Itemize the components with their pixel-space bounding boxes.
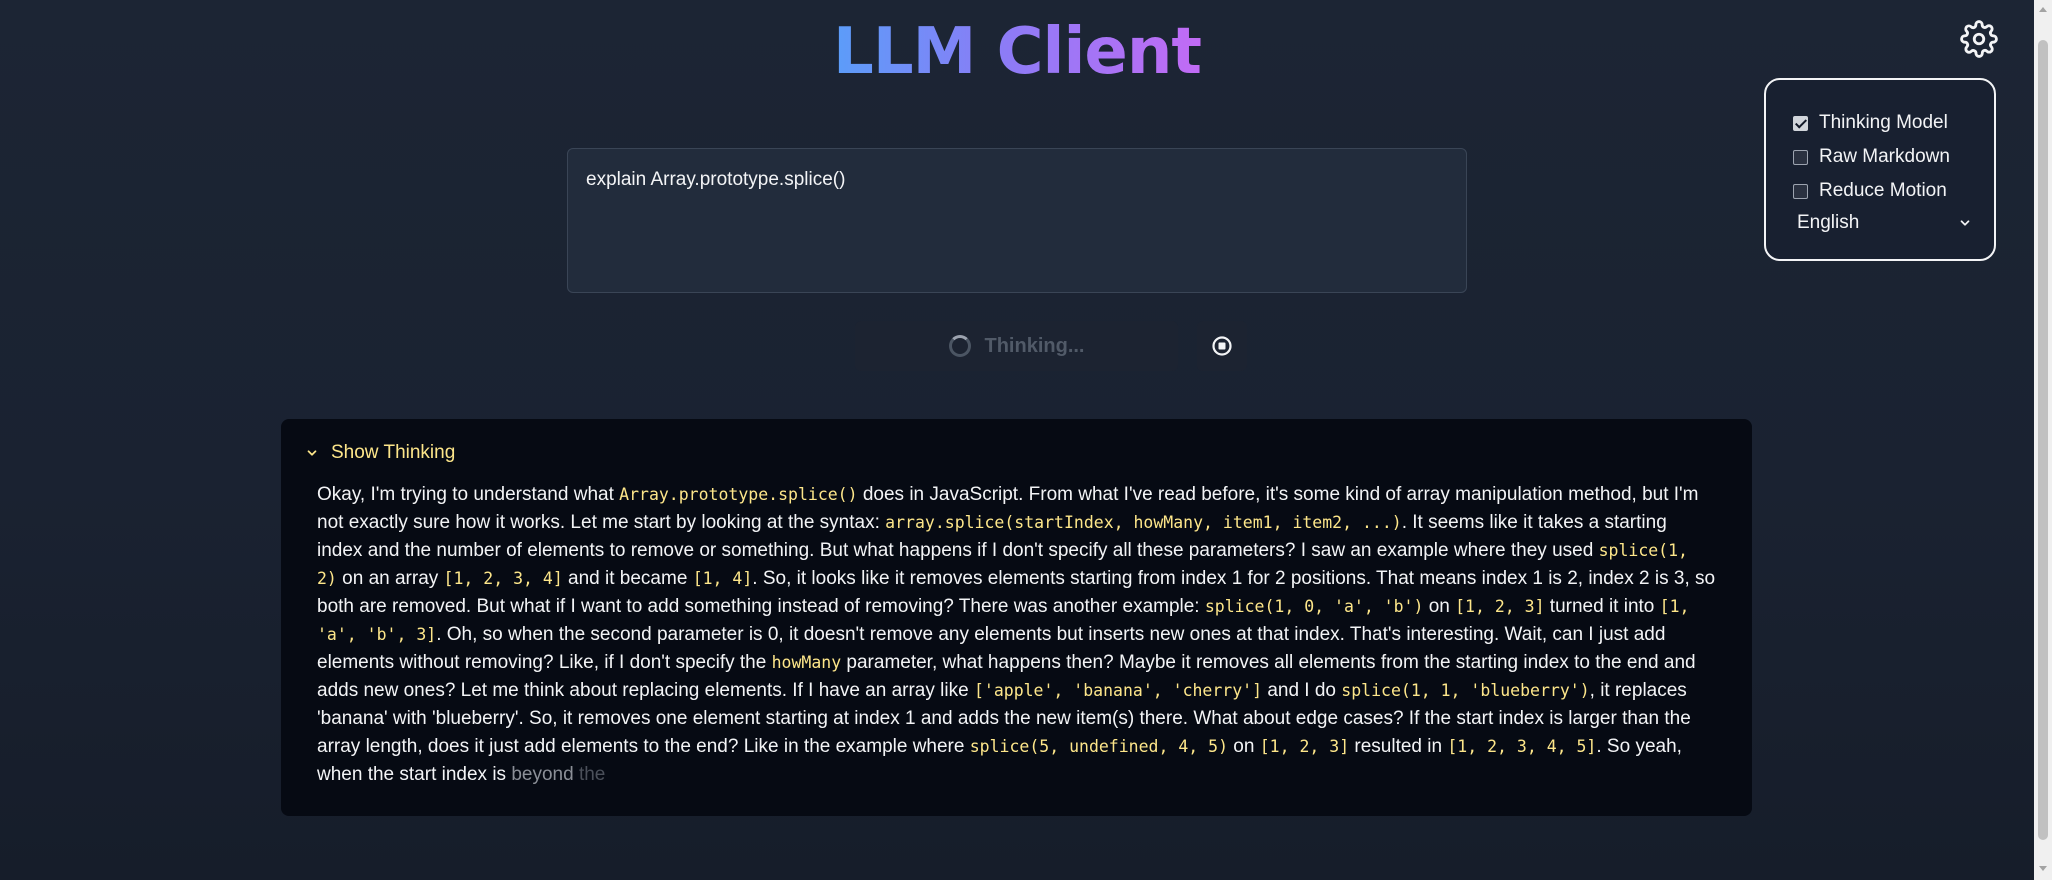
inline-code: array.splice(startIndex, howMany, item1,…: [885, 513, 1402, 532]
stop-button[interactable]: [1197, 321, 1247, 371]
inline-code: [1, 2, 3, 4]: [443, 569, 563, 588]
thinking-text-segment: and I do: [1262, 680, 1342, 701]
thinking-text-segment: turned it into: [1544, 596, 1660, 617]
thinking-panel: Show Thinking Okay, I'm trying to unders…: [281, 419, 1752, 816]
streaming-text: the: [578, 764, 606, 785]
inline-code: splice(5, undefined, 4, 5): [969, 737, 1229, 756]
settings-panel: Thinking Model Raw Markdown Reduce Motio…: [1764, 78, 1996, 261]
raw-markdown-label: Raw Markdown: [1819, 146, 1950, 167]
streaming-text: beyond: [511, 764, 574, 785]
raw-markdown-checkbox[interactable]: [1793, 149, 1808, 165]
reduce-motion-checkbox[interactable]: [1793, 183, 1808, 199]
spinner-icon: [948, 335, 971, 357]
reduce-motion-label: Reduce Motion: [1819, 180, 1947, 201]
thinking-text-segment: resulted in: [1349, 736, 1448, 757]
thinking-model-option[interactable]: Thinking Model: [1793, 106, 1994, 140]
gear-icon[interactable]: [1960, 20, 1998, 58]
language-select-value: English: [1797, 212, 1860, 233]
show-thinking-toggle[interactable]: Show Thinking: [305, 433, 1716, 473]
inline-code: [1, 2, 3]: [1455, 597, 1545, 616]
thinking-model-checkbox[interactable]: [1793, 115, 1808, 131]
show-thinking-label: Show Thinking: [331, 442, 456, 463]
scrollbar-thumb[interactable]: [2038, 40, 2048, 840]
prompt-input-value: explain Array.prototype.splice(): [586, 169, 846, 190]
stop-icon: [1212, 336, 1232, 356]
thinking-text: Okay, I'm trying to understand what Arra…: [317, 481, 1716, 789]
thinking-text-segment: and it became: [562, 568, 693, 589]
inline-code: splice(1, 1, 'blueberry'): [1341, 681, 1590, 700]
thinking-model-label: Thinking Model: [1819, 112, 1948, 133]
submit-button-label: Thinking...: [984, 334, 1085, 357]
thinking-text-segment: on: [1228, 736, 1260, 757]
inline-code: [1, 2, 3]: [1259, 737, 1350, 756]
inline-code: [1, 2, 3, 4, 5]: [1447, 737, 1597, 756]
chevron-down-icon: [1960, 220, 1970, 226]
raw-markdown-option[interactable]: Raw Markdown: [1793, 140, 1994, 174]
inline-code: Array.prototype.splice(): [619, 485, 858, 504]
inline-code: howMany: [771, 653, 842, 672]
thinking-text-segment: Okay, I'm trying to understand what: [317, 484, 620, 505]
language-select[interactable]: English: [1797, 208, 1972, 238]
chevron-down-icon: [307, 450, 317, 456]
thinking-text-segment: on an array: [336, 568, 444, 589]
inline-code: ['apple', 'banana', 'cherry']: [973, 681, 1263, 700]
app-title: LLM Client: [833, 15, 1202, 89]
submit-button[interactable]: Thinking...: [855, 321, 1178, 371]
scroll-up-arrow-icon[interactable]: [2039, 7, 2047, 12]
scrollbar[interactable]: [2034, 0, 2052, 880]
inline-code: [1, 4]: [692, 569, 753, 588]
inline-code: splice(1, 0, 'a', 'b'): [1204, 597, 1424, 616]
thinking-text-segment: on: [1423, 596, 1456, 617]
prompt-input[interactable]: explain Array.prototype.splice(): [567, 148, 1467, 293]
scroll-down-arrow-icon[interactable]: [2039, 866, 2047, 871]
reduce-motion-option[interactable]: Reduce Motion: [1793, 174, 1994, 208]
